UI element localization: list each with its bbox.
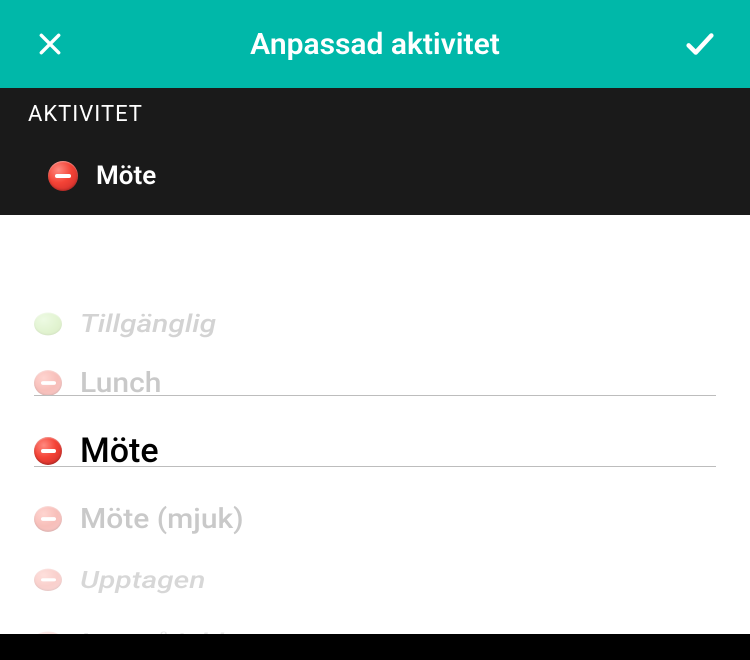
picker-option[interactable]: Tillgänglig (34, 298, 716, 350)
picker-option[interactable]: Inte på jobbet (34, 622, 716, 635)
do-not-disturb-icon (48, 161, 78, 191)
do-not-disturb-icon (34, 569, 62, 591)
picker-option-label: Tillgänglig (80, 310, 216, 339)
do-not-disturb-icon (34, 506, 62, 532)
do-not-disturb-icon (34, 437, 62, 465)
picker-option[interactable]: Lunch (34, 354, 716, 413)
picker-option-label: Möte (mjuk) (80, 503, 244, 535)
picker-option-label: Möte (80, 431, 159, 471)
picker-option-selected[interactable]: Möte (34, 415, 716, 487)
picker-option[interactable]: Möte (mjuk) (34, 490, 716, 549)
picker-option-label: Lunch (80, 367, 161, 399)
page-title: Anpassad aktivitet (72, 27, 678, 62)
available-icon (34, 312, 62, 335)
header-bar: Anpassad aktivitet (0, 0, 750, 88)
confirm-button[interactable] (678, 22, 722, 66)
check-icon (683, 27, 717, 61)
picker-option[interactable]: Upptagen (34, 554, 716, 605)
section-header-aktivitet: AKTIVITET (0, 88, 750, 141)
activity-picker[interactable]: Tillgänglig Lunch Möte Möte (mjuk) Uppta… (0, 215, 750, 635)
selected-activity-row[interactable]: Möte (0, 141, 750, 215)
close-button[interactable] (28, 22, 72, 66)
do-not-disturb-icon (34, 370, 62, 396)
bottom-bar (0, 634, 750, 660)
close-icon (37, 31, 63, 57)
selected-activity-label: Möte (96, 161, 156, 191)
picker-option-label: Upptagen (80, 566, 205, 594)
